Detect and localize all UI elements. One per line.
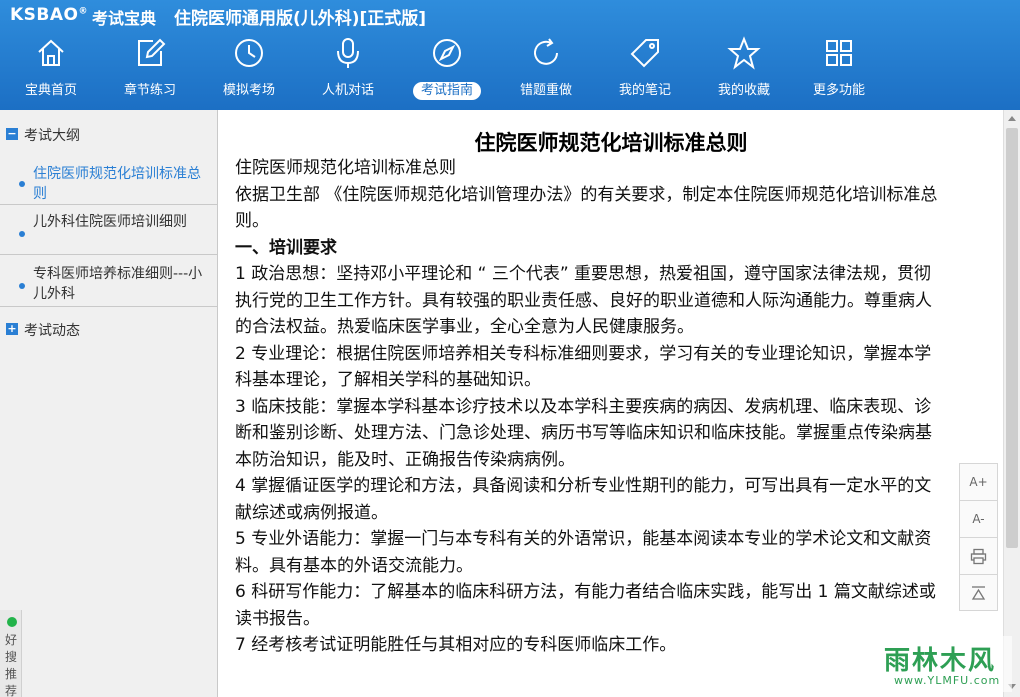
sidebar-item-label: 儿外科住院医师培训细则 xyxy=(33,214,187,230)
document-body: 住院医师规范化培训标准总则 依据卫生部 《住院医师规范化培训管理办法》的有关要求… xyxy=(235,155,947,659)
group-exam-news[interactable]: + 考试动态 xyxy=(0,307,217,343)
nav-more-functions[interactable]: 更多功能 xyxy=(797,30,881,110)
nav-my-favorites[interactable]: 我的收藏 xyxy=(702,30,786,110)
print-icon xyxy=(970,548,987,565)
nav-mock-exam[interactable]: 模拟考场 xyxy=(207,30,291,110)
bullet-icon xyxy=(19,283,25,289)
section-heading: 一、培训要求 xyxy=(235,237,337,258)
recommend-panel[interactable]: 好搜推荐 xyxy=(0,610,22,697)
watermark-logo: 雨林木风 www.YLMFU.com xyxy=(880,636,1012,692)
ksbao-logo: KSBAO® xyxy=(10,5,88,25)
font-increase-button[interactable]: A+ xyxy=(960,464,997,501)
group-label: 考试大纲 xyxy=(24,128,80,144)
logo-mark: ® xyxy=(78,6,88,17)
group-label: 考试动态 xyxy=(24,323,80,339)
microphone-icon xyxy=(337,38,359,68)
nav-chapter-practice[interactable]: 章节练习 xyxy=(108,30,192,110)
group-exam-outline[interactable]: − 考试大纲 xyxy=(0,112,217,148)
nav-label: 模拟考场 xyxy=(222,83,275,98)
recommend-label: 好搜推荐 xyxy=(5,633,18,697)
watermark-url: www.YLMFU.com xyxy=(894,674,1001,687)
paragraph: 依据卫生部 《住院医师规范化培训管理办法》的有关要求，制定本住院医师规范化培训标… xyxy=(235,184,938,232)
bullet-icon xyxy=(19,181,25,187)
nav-label: 更多功能 xyxy=(812,83,865,98)
paragraph: 6 科研写作能力：了解基本的临床科研方法，有能力者结合临床实践，能写出 1 篇文… xyxy=(235,582,936,629)
sidebar-item-pediatric-surgery-rules[interactable]: 儿外科住院医师培训细则 xyxy=(0,205,217,255)
nav-label: 错题重做 xyxy=(519,83,572,98)
expand-icon[interactable]: + xyxy=(6,323,18,335)
reader-tools: A+ A- xyxy=(959,463,998,611)
paragraph: 1 政治思想：坚持邓小平理论和 “ 三个代表” 重要思想，热爱祖国，遵守国家法律… xyxy=(235,264,932,337)
refresh-icon xyxy=(534,38,558,65)
main-nav: 宝典首页 章节练习 模拟考场 人机对话 考试指南 错题重做 我的笔记 我的收藏 xyxy=(0,30,1020,110)
nav-label: 宝典首页 xyxy=(24,83,77,98)
sidebar-item-specialist-standard[interactable]: 专科医师培养标准细则---小儿外科 xyxy=(0,255,217,307)
paragraph: 4 掌握循证医学的理论和方法，具备阅读和分析专业性期刊的能力，可写出具有一定水平… xyxy=(235,476,932,523)
nav-my-notes[interactable]: 我的笔记 xyxy=(603,30,687,110)
home-icon xyxy=(38,39,64,66)
document-title: 住院医师规范化培训标准总则 xyxy=(474,131,748,155)
vertical-scrollbar[interactable] xyxy=(1003,110,1020,697)
paragraph: 7 经考核考试证明能胜任与其相对应的专科医师临床工作。 xyxy=(235,635,677,655)
watermark-text: 雨林木风 xyxy=(884,646,997,676)
logo-text: KSBAO xyxy=(10,5,79,25)
nav-label: 考试指南 xyxy=(413,82,481,100)
bullet-icon xyxy=(19,231,25,237)
nav-wrong-redo[interactable]: 错题重做 xyxy=(504,30,588,110)
scroll-thumb[interactable] xyxy=(1006,128,1018,548)
collapse-icon[interactable]: − xyxy=(6,128,18,140)
logo-chinese: 考试宝典 xyxy=(92,9,157,28)
nav-label: 人机对话 xyxy=(321,83,374,98)
nav-exam-guide[interactable]: 考试指南 xyxy=(405,30,489,110)
nav-label: 我的收藏 xyxy=(717,83,770,98)
clock-icon xyxy=(235,39,263,67)
nav-voice-dialog[interactable]: 人机对话 xyxy=(306,30,390,110)
tag-icon xyxy=(630,39,659,68)
nav-label: 我的笔记 xyxy=(618,83,671,98)
star-icon xyxy=(727,36,761,70)
grid-icon xyxy=(826,40,852,66)
scroll-up-icon[interactable] xyxy=(1008,116,1016,121)
nav-home[interactable]: 宝典首页 xyxy=(9,30,93,110)
back-to-top-button[interactable] xyxy=(960,575,997,612)
app-header: KSBAO® 考试宝典 住院医师通用版(儿外科)[正式版] 宝典首页 章节练习 … xyxy=(0,0,1020,110)
paragraph: 2 专业理论：根据住院医师培养相关专科标准细则要求，学习有关的专业理论知识，掌握… xyxy=(235,343,932,391)
nav-label: 章节练习 xyxy=(123,83,176,98)
document-view: 住院医师规范化培训标准总则 住院医师规范化培训标准总则 依据卫生部 《住院医师规… xyxy=(219,110,1003,697)
paragraph: 住院医师规范化培训标准总则 xyxy=(235,158,456,178)
back-to-top-icon xyxy=(971,586,986,600)
sidebar-item-standard-rules[interactable]: 住院医师规范化培训标准总则 xyxy=(0,157,217,205)
sidebar-item-label: 专科医师培养标准细则---小儿外科 xyxy=(33,266,203,302)
sidebar-item-label: 住院医师规范化培训标准总则 xyxy=(33,166,201,202)
title-bar: KSBAO® 考试宝典 住院医师通用版(儿外科)[正式版] xyxy=(0,0,1020,30)
sidebar: − 考试大纲 住院医师规范化培训标准总则 儿外科住院医师培训细则 专科医师培养标… xyxy=(0,110,218,697)
edit-icon xyxy=(138,38,166,66)
font-decrease-button[interactable]: A- xyxy=(960,501,997,538)
paragraph: 3 临床技能：掌握本学科基本诊疗技术以及本学科主要疾病的病因、发病机理、临床表现… xyxy=(235,396,932,470)
app-title: 住院医师通用版(儿外科)[正式版] xyxy=(174,9,427,29)
paragraph: 5 专业外语能力：掌握一门与本专科有关的外语常识，能基本阅读本专业的学术论文和文… xyxy=(235,529,932,576)
compass-icon xyxy=(433,39,461,67)
status-dot-icon xyxy=(7,617,17,627)
print-button[interactable] xyxy=(960,538,997,575)
